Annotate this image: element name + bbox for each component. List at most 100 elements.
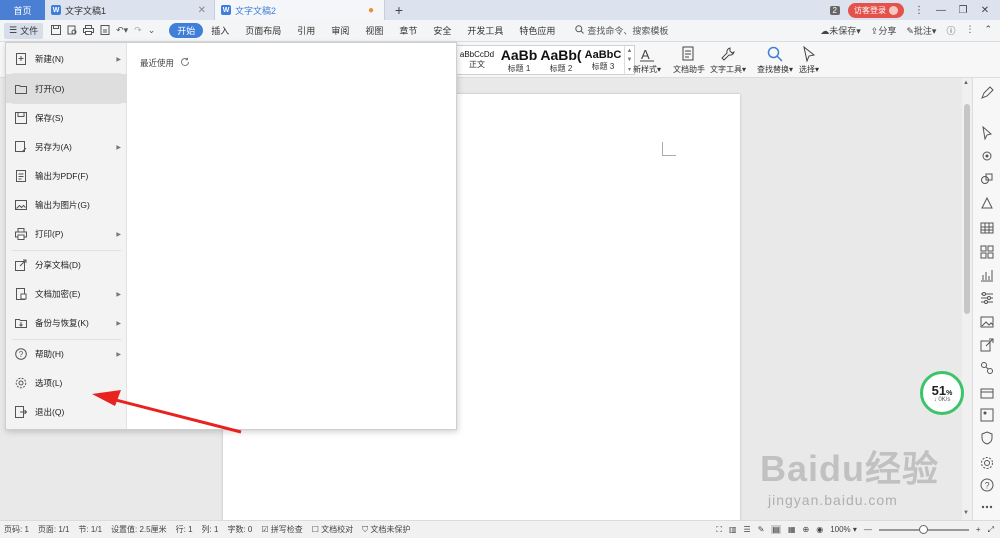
file-menu-save-as[interactable]: 另存为(A) ▶ [6, 133, 127, 161]
style-heading-3[interactable]: AaBbC 标题 3 [582, 46, 624, 74]
file-menu-save[interactable]: 保存(S) [6, 104, 127, 132]
file-menu-print[interactable]: 打印(P) ▶ [6, 220, 127, 248]
sliders-icon[interactable] [980, 291, 994, 305]
chevron-down-icon[interactable]: ⌄ [148, 25, 156, 37]
scroll-down-icon[interactable]: ▼ [963, 510, 969, 516]
network-speed-widget[interactable]: 51% ↓ 0K/s [920, 371, 964, 415]
file-menu-share[interactable]: 分享文档(D) [6, 251, 127, 279]
find-replace-button[interactable]: 查找替换▾ [757, 46, 793, 75]
picture-frame-icon[interactable] [980, 408, 994, 422]
grid-icon[interactable] [980, 245, 994, 259]
style-heading-1[interactable]: AaBb 标题 1 [498, 46, 540, 74]
table-icon[interactable] [980, 221, 994, 235]
outline-view-icon[interactable]: ▦ [788, 525, 796, 534]
gear-icon[interactable] [980, 456, 994, 470]
visitor-login-button[interactable]: 访客登录 [848, 2, 904, 18]
printer-icon[interactable] [83, 24, 95, 37]
redo-icon[interactable]: ↷ [134, 25, 142, 37]
tab-special-apps[interactable]: 特色应用 [511, 24, 563, 37]
chevron-up-icon[interactable]: ▲ [627, 48, 633, 54]
tab-view[interactable]: 视图 [357, 24, 391, 37]
file-menu-backup[interactable]: 备份与恢复(K) ▶ [6, 309, 127, 337]
expand-icon[interactable]: ⤢ [988, 525, 994, 535]
comment-button[interactable]: ✎批注▾ [906, 24, 936, 37]
box-icon[interactable] [980, 386, 994, 400]
zoom-out-button[interactable]: — [864, 525, 872, 534]
style-body[interactable]: aBbCcDd 正文 [456, 46, 498, 74]
link-icon[interactable] [980, 361, 994, 375]
command-search[interactable]: 查找命令、搜索模板 [575, 24, 668, 37]
tab-home[interactable]: 首页 [0, 0, 45, 20]
pen-icon[interactable] [980, 86, 994, 100]
location-icon[interactable] [980, 150, 994, 164]
status-row[interactable]: 行: 1 [176, 524, 193, 535]
zoom-slider[interactable] [878, 524, 969, 534]
tab-references[interactable]: 引用 [289, 24, 323, 37]
tab-review[interactable]: 审阅 [323, 24, 357, 37]
shapes-icon[interactable] [980, 172, 994, 186]
proofread-button[interactable]: ☐ 文档校对 [312, 524, 353, 535]
file-menu-options[interactable]: 选项(L) [6, 369, 127, 397]
file-menu-encrypt[interactable]: 文档加密(E) ▶ [6, 280, 127, 308]
status-column[interactable]: 列: 1 [202, 524, 219, 535]
file-menu-export-image[interactable]: 输出为图片(G) [6, 191, 127, 219]
print-preview-icon[interactable] [67, 25, 77, 37]
tab-security[interactable]: 安全 [425, 24, 459, 37]
spell-check-button[interactable]: ☑ 拼写检查 [261, 524, 302, 535]
scrollbar-thumb[interactable] [964, 104, 970, 314]
zoom-slider-knob[interactable] [918, 524, 928, 534]
style-heading-2[interactable]: AaBb( 标题 2 [540, 46, 582, 74]
protect-status-button[interactable]: ⛉ 文档未保护 [362, 524, 410, 535]
status-page-number[interactable]: 页码: 1 [4, 524, 29, 535]
tab-document-2[interactable]: W 文字文稿2 ● [215, 0, 385, 20]
collapse-ribbon-icon[interactable]: ⌃ [984, 24, 992, 37]
file-menu-export-pdf[interactable]: 输出为PDF(F) [6, 162, 127, 190]
tab-home-ribbon[interactable]: 开始 [169, 23, 204, 38]
close-icon[interactable]: ✕ [198, 5, 206, 16]
tab-chapter[interactable]: 章节 [391, 24, 425, 37]
export-icon[interactable] [980, 338, 994, 352]
status-setting-value[interactable]: 设置值: 2.5厘米 [111, 524, 167, 535]
eye-protection-icon[interactable]: ◉ [816, 525, 823, 534]
window-count-badge[interactable]: 2 [829, 5, 840, 15]
vertical-scrollbar[interactable]: ▲ ▼ [962, 78, 972, 520]
doc-assistant-button[interactable]: 文档助手 [673, 46, 705, 75]
list-icon[interactable]: ☰ [744, 525, 751, 534]
unsaved-status-button[interactable]: ☁未保存▾ [820, 24, 861, 37]
page-view-icon[interactable]: ▤ [771, 525, 781, 534]
more-icon[interactable]: ⋮ [965, 24, 974, 37]
web-view-icon[interactable]: ⊕ [803, 525, 810, 534]
refresh-icon[interactable] [180, 57, 190, 69]
more-icon[interactable] [980, 500, 994, 514]
export-pdf-icon[interactable] [100, 24, 110, 37]
scroll-up-icon[interactable]: ▲ [963, 80, 969, 86]
cursor-icon[interactable] [980, 126, 994, 140]
fullscreen-icon[interactable]: ⛶ [716, 525, 722, 535]
chevron-down-icon[interactable]: ▼ [627, 57, 633, 63]
expand-icon[interactable]: ▾ [628, 66, 631, 73]
help-icon[interactable]: ? [980, 478, 994, 492]
file-menu-button[interactable]: ☰ 文件 [4, 22, 44, 39]
image-icon[interactable] [980, 315, 994, 329]
save-icon[interactable] [51, 24, 62, 37]
new-tab-button[interactable]: + [385, 0, 413, 20]
bar-chart-icon[interactable] [980, 268, 994, 282]
restore-icon[interactable]: ❐ [956, 5, 970, 16]
file-menu-new[interactable]: 新建(N) ▶ [6, 45, 127, 73]
file-menu-help[interactable]: ? 帮助(H) ▶ [6, 340, 127, 368]
status-page-count[interactable]: 页面: 1/1 [38, 524, 70, 535]
reading-mode-icon[interactable]: ▥ [729, 525, 737, 534]
tab-document-1[interactable]: W 文字文稿1 ✕ [45, 0, 215, 20]
minimize-icon[interactable]: — [934, 5, 948, 16]
status-section[interactable]: 节: 1/1 [78, 524, 102, 535]
undo-icon[interactable]: ↶▾ [116, 25, 128, 37]
new-style-button[interactable]: A 新样式▾ [633, 46, 661, 75]
status-word-count[interactable]: 字数: 0 [227, 524, 252, 535]
select-button[interactable]: 选择▾ [799, 46, 819, 75]
zoom-in-button[interactable]: + [976, 525, 981, 534]
tab-insert[interactable]: 插入 [203, 24, 237, 37]
file-menu-exit[interactable]: 退出(Q) [6, 398, 127, 426]
triangle-icon[interactable] [980, 196, 994, 210]
help-icon[interactable]: ⓘ [946, 24, 955, 37]
tab-page-layout[interactable]: 页面布局 [237, 24, 289, 37]
